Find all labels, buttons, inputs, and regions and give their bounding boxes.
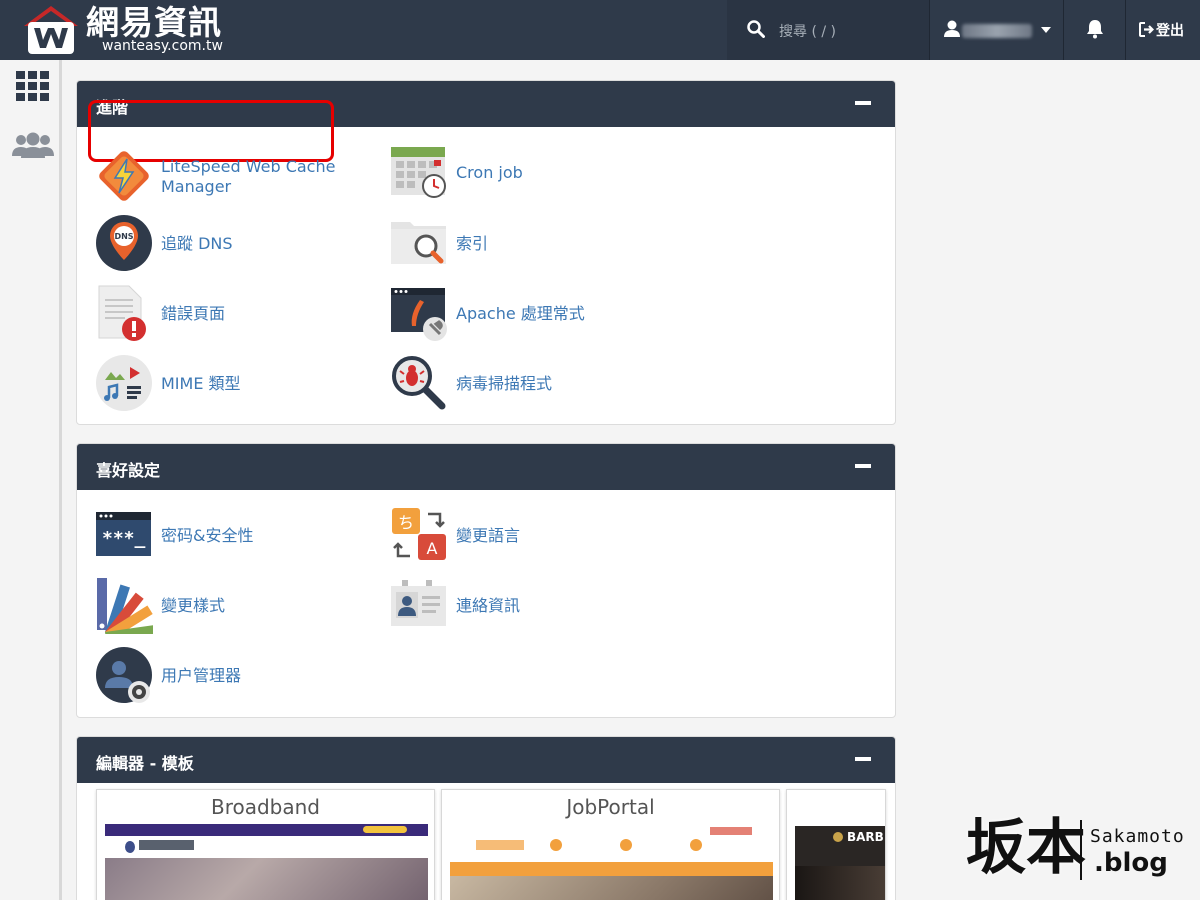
dns-icon: DNS [96, 215, 152, 271]
template-preview-nav [105, 836, 428, 858]
chevron-down-icon [1041, 27, 1051, 33]
panel-header[interactable]: 喜好設定 [77, 444, 895, 490]
litespeed-cache-link[interactable]: LiteSpeed Web Cache Manager [95, 147, 335, 207]
logo-title: 網易資訊 [86, 3, 222, 42]
grid-icon[interactable] [16, 71, 49, 101]
litespeed-icon [99, 151, 149, 201]
panel-title: 喜好設定 [96, 461, 161, 480]
cron-job-link[interactable]: Cron job [390, 143, 650, 203]
item-label: 變更語言 [456, 526, 521, 545]
watermark-brand-tld: .blog [1094, 848, 1168, 878]
template-preview-hero [450, 876, 773, 900]
language-icon: ち A [392, 508, 446, 560]
contact-icon [391, 580, 446, 626]
item-label: 錯誤頁面 [161, 304, 226, 323]
item-label: 追蹤 DNS [161, 234, 233, 253]
folder-search-icon [391, 222, 446, 264]
item-label: 密码&安全性 [161, 526, 254, 545]
password-security-link[interactable]: ***_ 密码&安全性 [95, 506, 355, 566]
collapse-icon[interactable] [855, 464, 871, 468]
svg-text:***_: ***_ [102, 528, 146, 549]
template-name: JobPortal [566, 795, 655, 819]
item-label: 索引 [456, 234, 489, 253]
editor-templates-panel: 編輯器 - 模板 Broadband JobPortal BARB [76, 736, 896, 900]
virus-scanner-link[interactable]: 病毒掃描程式 [390, 354, 650, 414]
advanced-panel: 進階 LiteSpeed Web Cache Manager Cron job … [76, 80, 896, 425]
contact-info-link[interactable]: 連絡資訊 [390, 576, 650, 636]
user-icon [944, 20, 960, 37]
error-pages-link[interactable]: 錯誤頁面 [95, 284, 335, 344]
watermark-brand-cn: 坂本 [966, 813, 1086, 883]
template-card-third[interactable]: BARB [786, 789, 886, 900]
search-input[interactable]: 搜尋 ( / ) [779, 21, 836, 41]
search-box[interactable]: 搜尋 ( / ) [727, 0, 929, 60]
users-icon[interactable] [12, 132, 54, 158]
search-icon [747, 20, 765, 38]
panel-header[interactable]: 編輯器 - 模板 [77, 737, 895, 783]
notifications-button[interactable] [1063, 0, 1125, 60]
top-bar: 網易資訊 wanteasy.com.tw 搜尋 ( / ) 登出 [0, 0, 1200, 60]
collapse-icon[interactable] [855, 757, 871, 761]
apache-handler-icon [391, 288, 447, 341]
user-menu[interactable] [929, 0, 1063, 60]
password-icon: ***_ [96, 512, 151, 556]
watermark-brand-en: Sakamoto [1090, 826, 1185, 847]
template-preview-hero: BARB [795, 826, 885, 900]
change-language-link[interactable]: ち A 變更語言 [390, 506, 650, 566]
trace-dns-link[interactable]: DNS 追蹤 DNS [95, 214, 335, 274]
mime-icon [96, 355, 152, 411]
user-manager-link[interactable]: 用户管理器 [95, 646, 355, 706]
template-name: BARB [847, 830, 884, 844]
logo-subtitle: wanteasy.com.tw [102, 38, 223, 54]
bell-icon [1087, 20, 1103, 39]
item-label: LiteSpeed Web Cache Manager [161, 157, 336, 196]
template-preview-nav [450, 862, 773, 876]
item-label: 連絡資訊 [456, 596, 521, 615]
template-preview-button [363, 826, 407, 833]
svg-text:DNS: DNS [114, 232, 133, 241]
template-preview-hero [105, 858, 428, 900]
item-label: 變更樣式 [161, 596, 226, 615]
calendar-clock-icon [391, 147, 446, 198]
template-preview-header [450, 826, 773, 862]
mime-types-link[interactable]: MIME 類型 [95, 354, 335, 414]
change-style-link[interactable]: 變更樣式 [95, 576, 355, 636]
logout-label: 登出 [1156, 23, 1184, 39]
item-label: Apache 處理常式 [456, 304, 585, 323]
apache-handlers-link[interactable]: Apache 處理常式 [390, 284, 650, 344]
indexes-link[interactable]: 索引 [390, 214, 650, 274]
error-page-icon [98, 285, 146, 341]
template-name: Broadband [210, 795, 320, 819]
template-card-jobportal[interactable]: JobPortal [441, 789, 780, 900]
logout-icon [1139, 22, 1154, 37]
logo-icon [24, 6, 78, 54]
svg-text:A: A [427, 539, 438, 558]
watermark: 坂本 Sakamoto .blog [966, 808, 1196, 894]
user-manager-icon [96, 647, 152, 703]
preferences-panel: 喜好設定 ***_ 密码&安全性 ち A 變更語言 變更樣式 連絡資訊 用户管理… [76, 443, 896, 718]
item-label: 用户管理器 [161, 666, 242, 685]
svg-text:ち: ち [398, 513, 414, 532]
item-label: MIME 類型 [161, 374, 241, 393]
logo[interactable]: 網易資訊 wanteasy.com.tw [20, 2, 260, 58]
collapse-icon[interactable] [855, 101, 871, 105]
item-label: Cron job [456, 163, 523, 182]
template-card-broadband[interactable]: Broadband [96, 789, 435, 900]
username-redacted [962, 24, 1032, 38]
style-icon [97, 578, 153, 634]
panel-title: 編輯器 - 模板 [96, 754, 194, 773]
logout-button[interactable]: 登出 [1125, 0, 1200, 60]
item-label: 病毒掃描程式 [456, 374, 553, 393]
sidebar [0, 60, 62, 900]
virus-scan-icon [392, 356, 446, 410]
watermark-divider [1080, 820, 1082, 880]
